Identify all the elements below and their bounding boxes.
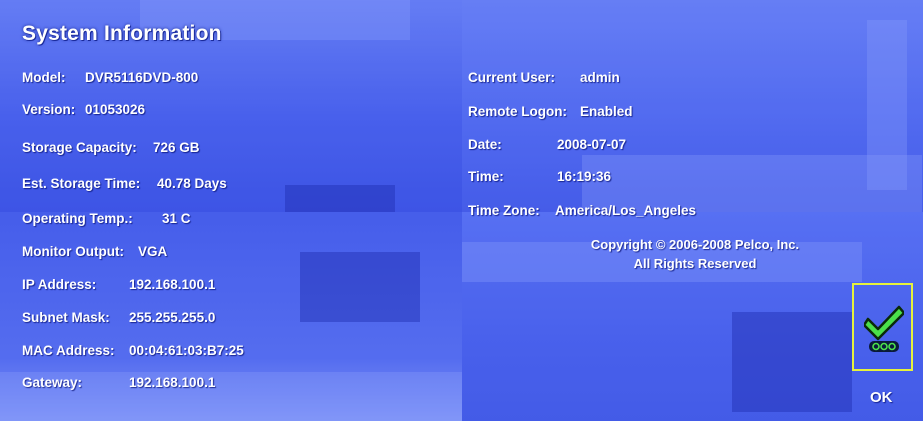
field-value: DVR5116DVD-800 bbox=[85, 70, 199, 85]
copyright-line: Copyright © 2006-2008 Pelco, Inc. bbox=[590, 237, 800, 252]
field-time-zone: Time Zone: America/Los_Angeles bbox=[468, 203, 696, 218]
field-label: Est. Storage Time: bbox=[22, 176, 141, 191]
field-value: America/Los_Angeles bbox=[555, 203, 697, 218]
ok-button[interactable] bbox=[852, 283, 913, 371]
field-time: Time: 16:19:36 bbox=[468, 169, 611, 184]
field-value: 31 C bbox=[162, 211, 191, 226]
field-label: Time: bbox=[468, 169, 504, 184]
field-value: 255.255.255.0 bbox=[129, 310, 216, 325]
field-value: 00:04:61:03:B7:25 bbox=[129, 343, 244, 358]
field-label: Storage Capacity: bbox=[22, 140, 137, 155]
window-title: System Information bbox=[22, 22, 222, 45]
field-ip-address: IP Address: 192.168.100.1 bbox=[22, 277, 215, 292]
field-value: 01053026 bbox=[85, 102, 146, 117]
ok-button-label[interactable]: OK bbox=[870, 389, 893, 406]
field-label: Monitor Output: bbox=[22, 244, 124, 259]
copyright-notice: Copyright © 2006-2008 Pelco, Inc. All Ri… bbox=[575, 235, 815, 273]
field-label: MAC Address: bbox=[22, 343, 115, 358]
field-value: Enabled bbox=[580, 104, 633, 119]
field-remote-logon: Remote Logon: Enabled bbox=[468, 104, 633, 119]
field-date: Date: 2008-07-07 bbox=[468, 137, 626, 152]
field-label: Version: bbox=[22, 102, 76, 117]
field-operating-temp: Operating Temp.: 31 C bbox=[22, 211, 191, 226]
field-label: Subnet Mask: bbox=[22, 310, 110, 325]
field-model: Model: DVR5116DVD-800 bbox=[22, 70, 198, 85]
field-value: 40.78 Days bbox=[157, 176, 227, 191]
field-gateway: Gateway: 192.168.100.1 bbox=[22, 375, 215, 390]
field-value: 16:19:36 bbox=[557, 169, 612, 184]
system-information-screen: System Information Model: DVR5116DVD-800… bbox=[0, 0, 923, 421]
rights-line: All Rights Reserved bbox=[633, 256, 757, 271]
field-value: 726 GB bbox=[153, 140, 200, 155]
field-value: VGA bbox=[138, 244, 168, 259]
field-label: Gateway: bbox=[22, 375, 83, 390]
field-value: 2008-07-07 bbox=[557, 137, 627, 152]
field-subnet-mask: Subnet Mask: 255.255.255.0 bbox=[22, 310, 215, 325]
field-version: Version: 01053026 bbox=[22, 102, 145, 117]
field-label: Model: bbox=[22, 70, 66, 85]
field-label: Date: bbox=[468, 137, 502, 152]
field-value: 192.168.100.1 bbox=[129, 375, 216, 390]
field-label: Remote Logon: bbox=[468, 104, 567, 119]
field-est-storage-time: Est. Storage Time: 40.78 Days bbox=[22, 176, 227, 191]
field-mac-address: MAC Address: 00:04:61:03:B7:25 bbox=[22, 343, 244, 358]
field-label: Current User: bbox=[468, 70, 556, 85]
field-storage-capacity: Storage Capacity: 726 GB bbox=[22, 140, 200, 155]
field-monitor-output: Monitor Output: VGA bbox=[22, 244, 167, 259]
field-label: Time Zone: bbox=[468, 203, 540, 218]
field-current-user: Current User: admin bbox=[468, 70, 620, 85]
field-label: IP Address: bbox=[22, 277, 97, 292]
field-value: admin bbox=[580, 70, 620, 85]
field-value: 192.168.100.1 bbox=[129, 277, 216, 292]
checkmark-icon bbox=[864, 305, 904, 352]
field-label: Operating Temp.: bbox=[22, 211, 133, 226]
